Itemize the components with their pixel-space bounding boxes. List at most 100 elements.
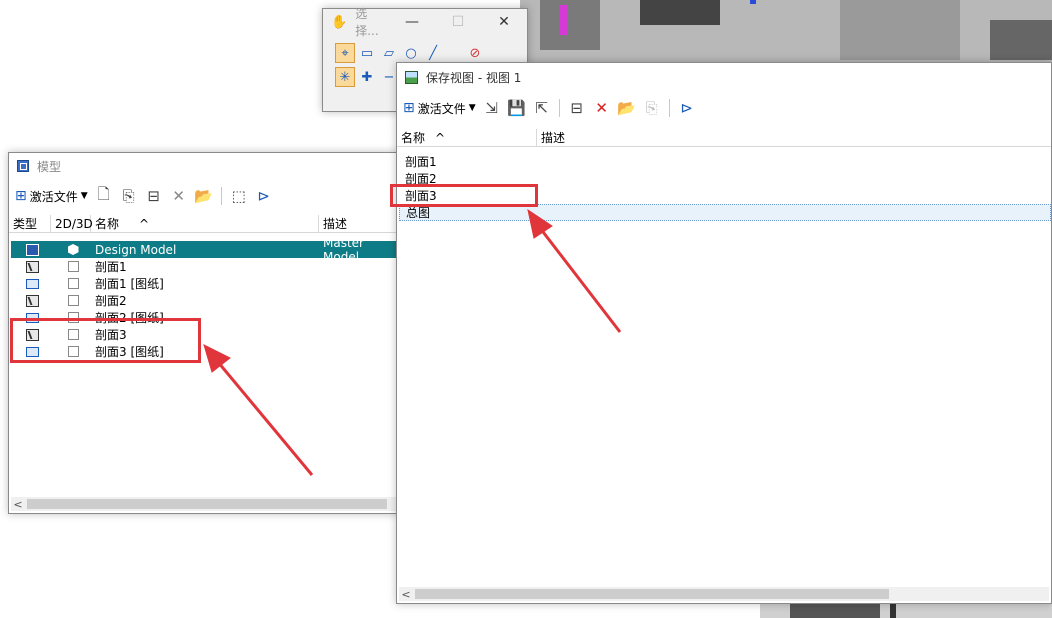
toolbar-separator <box>668 99 670 117</box>
model-toolbar: ⊞ 激活文件 ▼ 🗋 ⎘ ⊟ ✕ 📂 ⬚ ⊳ <box>9 183 399 209</box>
view-properties-icon[interactable]: ⊟ <box>566 97 588 119</box>
shape-select-icon[interactable]: ▱ <box>379 43 399 63</box>
model-window: 模型 ⊞ 激活文件 ▼ 🗋 ⎘ ⊟ ✕ 📂 ⬚ ⊳ 类型 2D/3D 名称 ^ 描… <box>8 152 400 514</box>
saved-view-titlebar: 保存视图 - 视图 1 <box>397 63 1051 91</box>
table-row[interactable]: 剖面3 [图纸] <box>11 343 399 360</box>
save-view-icon[interactable]: 💾 <box>506 97 528 119</box>
activate-file-button[interactable]: ⊞ 激活文件 ▼ <box>13 185 90 207</box>
clear-selection-icon[interactable]: ⊘ <box>465 43 485 63</box>
saved-view-name: 剖面1 <box>405 155 437 169</box>
column-name-label: 名称 <box>401 131 426 145</box>
saved-view-toolbar: ⊞ 激活文件 ▼ ⇲ 💾 ⇱ ⊟ ✕ 📂 ⎘ ⊳ <box>397 95 1051 121</box>
dimension-cell <box>53 261 93 272</box>
2d-box-icon <box>67 261 79 272</box>
saved-view-horizontal-scrollbar[interactable]: < <box>399 587 1049 601</box>
model-horizontal-scrollbar[interactable]: < <box>11 497 397 511</box>
circle-select-icon[interactable]: ○ <box>401 43 421 63</box>
model-list: Design Model Master Model 剖面1 剖面1 [图纸] 剖面2 剖面… <box>11 236 399 360</box>
model-description: Master Model <box>323 235 364 264</box>
table-row[interactable]: 剖面1 [图纸] <box>11 275 399 292</box>
dimension-cell <box>53 278 93 289</box>
file-tree-icon: ⊞ <box>15 188 27 204</box>
model-name: 剖面3 <box>95 328 127 342</box>
saved-view-list-header: 名称 ^ 描述 <box>397 129 1051 147</box>
select-window-title: 选择... <box>355 7 379 38</box>
export-view-icon[interactable]: ⎘ <box>641 97 663 119</box>
line-select-icon[interactable]: ╱ <box>423 43 443 63</box>
select-window-titlebar: ✋ 选择... — ☐ ✕ <box>323 7 527 38</box>
section-model-icon <box>25 260 39 273</box>
toolbar-separator <box>558 99 560 117</box>
sheet-model-icon <box>25 312 39 323</box>
block-select-icon[interactable]: ▭ <box>357 43 377 63</box>
saved-view-name: 剖面2 <box>405 172 437 186</box>
delete-icon[interactable]: ✕ <box>168 185 190 207</box>
activate-file-button[interactable]: ⊞ 激活文件 ▼ <box>401 97 478 119</box>
column-description[interactable]: 描述 <box>319 215 399 232</box>
add-selection-icon[interactable]: ✚ <box>357 67 377 87</box>
copy-model-icon[interactable]: ⎘ <box>118 185 140 207</box>
list-item[interactable]: 剖面1 <box>399 153 1051 170</box>
model-name: 剖面1 [图纸] <box>95 277 164 291</box>
2d-box-icon <box>67 346 79 357</box>
minimize-button[interactable]: — <box>389 10 435 34</box>
activate-file-label: 激活文件 <box>29 189 78 204</box>
model-name: 剖面1 <box>95 260 127 274</box>
scrollbar-thumb[interactable] <box>27 499 387 509</box>
pick-view-icon[interactable]: ⇱ <box>531 97 553 119</box>
viewport-background <box>520 0 1052 70</box>
model-name: 剖面3 [图纸] <box>95 345 164 359</box>
table-row[interactable]: 剖面2 <box>11 292 399 309</box>
scrollbar-thumb[interactable] <box>415 589 889 599</box>
new-selection-icon[interactable]: ✳ <box>335 67 355 87</box>
2d-box-icon <box>67 295 79 306</box>
dimension-cell <box>53 312 93 323</box>
saved-view-window: 保存视图 - 视图 1 ⊞ 激活文件 ▼ ⇲ 💾 ⇱ ⊟ ✕ 📂 ⎘ ⊳ 名称 ^… <box>396 62 1052 604</box>
apply-view-icon[interactable]: ⇲ <box>481 97 503 119</box>
close-button[interactable]: ✕ <box>481 10 527 34</box>
table-row[interactable]: 剖面2 [图纸] <box>11 309 399 326</box>
new-model-icon[interactable]: 🗋 <box>93 185 115 207</box>
select-all-icon[interactable]: ⬚ <box>228 185 250 207</box>
section-model-icon <box>25 328 39 341</box>
saved-view-list: 剖面1 剖面2 剖面3 总图 <box>399 153 1051 221</box>
model-window-title: 模型 <box>37 159 62 174</box>
model-name: 剖面2 <box>95 294 127 308</box>
list-item[interactable]: 剖面2 <box>399 170 1051 187</box>
column-name[interactable]: 名称 ^ <box>91 215 319 232</box>
type-cell <box>11 328 53 341</box>
type-cell <box>11 294 53 307</box>
sort-ascending-icon: ^ <box>139 216 150 231</box>
saved-view-icon <box>405 70 418 84</box>
model-name: 剖面2 [图纸] <box>95 311 164 325</box>
model-window-icon <box>17 160 29 172</box>
import-folder-icon[interactable]: 📂 <box>193 185 215 207</box>
column-description[interactable]: 描述 <box>537 129 1051 146</box>
saved-view-name: 总图 <box>406 206 431 220</box>
list-item[interactable]: 总图 <box>399 204 1051 221</box>
2d-box-icon <box>67 312 79 323</box>
saved-view-name: 剖面3 <box>405 189 437 203</box>
column-type[interactable]: 类型 <box>9 215 51 232</box>
type-cell <box>11 312 53 323</box>
column-name[interactable]: 名称 ^ <box>397 129 537 146</box>
filter-icon[interactable]: ⊳ <box>253 185 275 207</box>
file-tree-icon: ⊞ <box>403 100 415 116</box>
list-item[interactable]: 剖面3 <box>399 187 1051 204</box>
table-row[interactable]: 剖面3 <box>11 326 399 343</box>
dimension-cell <box>53 346 93 357</box>
column-dimension[interactable]: 2D/3D <box>51 215 93 232</box>
table-row[interactable]: Design Model Master Model <box>11 236 399 264</box>
activate-file-label: 激活文件 <box>417 101 466 116</box>
dropdown-arrow-icon: ▼ <box>468 103 476 113</box>
dropdown-arrow-icon: ▼ <box>80 191 88 201</box>
select-element-tool[interactable]: ⌖ <box>335 43 355 63</box>
delete-view-icon[interactable]: ✕ <box>591 97 613 119</box>
model-properties-icon[interactable]: ⊟ <box>143 185 165 207</box>
dimension-cell <box>53 244 93 255</box>
scroll-left-icon[interactable]: < <box>11 498 25 511</box>
import-view-icon[interactable]: 📂 <box>616 97 638 119</box>
maximize-button[interactable]: ☐ <box>435 10 481 34</box>
filter-icon[interactable]: ⊳ <box>676 97 698 119</box>
scroll-left-icon[interactable]: < <box>399 588 413 601</box>
